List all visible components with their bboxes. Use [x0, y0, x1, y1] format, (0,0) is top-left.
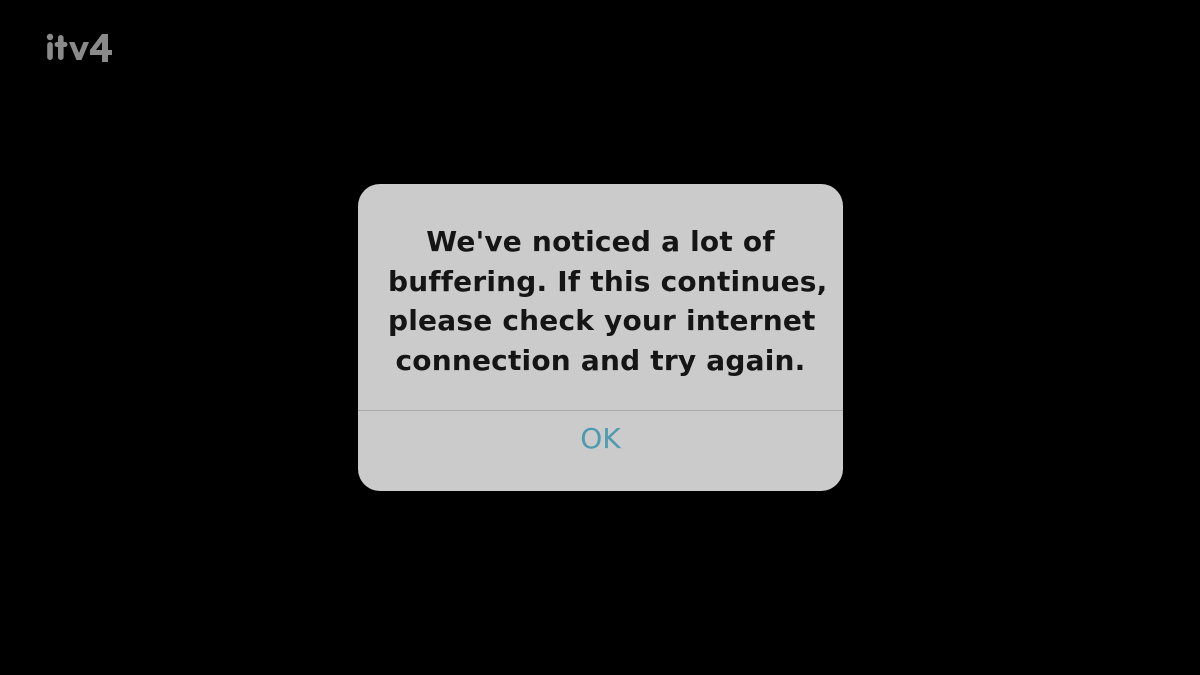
- buffering-alert-dialog: We've noticed a lot of buffering. If thi…: [358, 184, 843, 491]
- alert-message-line: connection and try again.: [395, 343, 806, 377]
- ok-button[interactable]: OK: [358, 411, 843, 491]
- alert-message-line: We've noticed a lot of: [426, 225, 775, 258]
- alert-message: We've noticed a lot of buffering. If thi…: [388, 222, 828, 380]
- itv4-logo: [46, 33, 112, 62]
- alert-message-line: please check your internet: [388, 304, 816, 337]
- video-player-screen: We've noticed a lot of buffering. If thi…: [0, 0, 1200, 675]
- alert-message-line: buffering. If this continues,: [388, 264, 828, 298]
